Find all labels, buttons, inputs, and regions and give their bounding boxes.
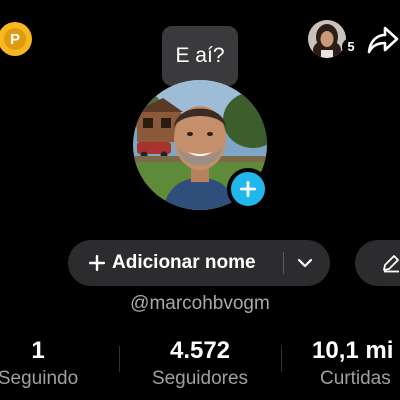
status-bubble[interactable]: E aí? (162, 26, 238, 86)
username: @marcohbvogm (130, 293, 270, 314)
coin-letter: P (4, 28, 26, 50)
add-name-label: Adicionar nome (112, 252, 256, 273)
stat-followers[interactable]: 4.572 Seguidores (140, 336, 260, 392)
stat-divider (281, 346, 282, 372)
friends-shortcut[interactable]: 5 (308, 20, 360, 62)
stat-followers-label: Seguidores (151, 368, 249, 389)
stat-following-value: 1 (31, 337, 45, 364)
stat-likes[interactable]: 10,1 mi Curtidas (312, 336, 400, 392)
chevron-down-icon[interactable] (296, 254, 314, 272)
stat-divider (119, 346, 120, 372)
add-name-button[interactable]: Adicionar nome (68, 240, 330, 286)
friend-count-badge: 5 (342, 38, 360, 56)
stat-likes-label: Curtidas (320, 368, 391, 389)
stat-likes-value: 10,1 mi (312, 337, 394, 364)
edit-profile-button[interactable] (355, 240, 400, 286)
coin-icon[interactable]: P (0, 22, 32, 56)
stat-following[interactable]: 1 Seguindo (0, 336, 88, 392)
status-bubble-text: E aí? (175, 44, 225, 67)
profile-screen: P 5 E aí? Adicionar nome @marcohbvogm 1 … (0, 0, 400, 400)
add-story-button[interactable] (227, 168, 269, 210)
friend-avatar (308, 20, 346, 58)
share-arrow-icon (367, 26, 399, 54)
plus-circle-icon (240, 181, 256, 197)
plus-icon (89, 255, 105, 271)
stat-following-label: Seguindo (0, 368, 79, 389)
pill-divider (283, 252, 284, 274)
pencil-icon (383, 255, 399, 273)
share-button[interactable] (366, 22, 400, 56)
profile-avatar-wrap[interactable] (133, 80, 269, 210)
stat-followers-value: 4.572 (169, 337, 231, 364)
